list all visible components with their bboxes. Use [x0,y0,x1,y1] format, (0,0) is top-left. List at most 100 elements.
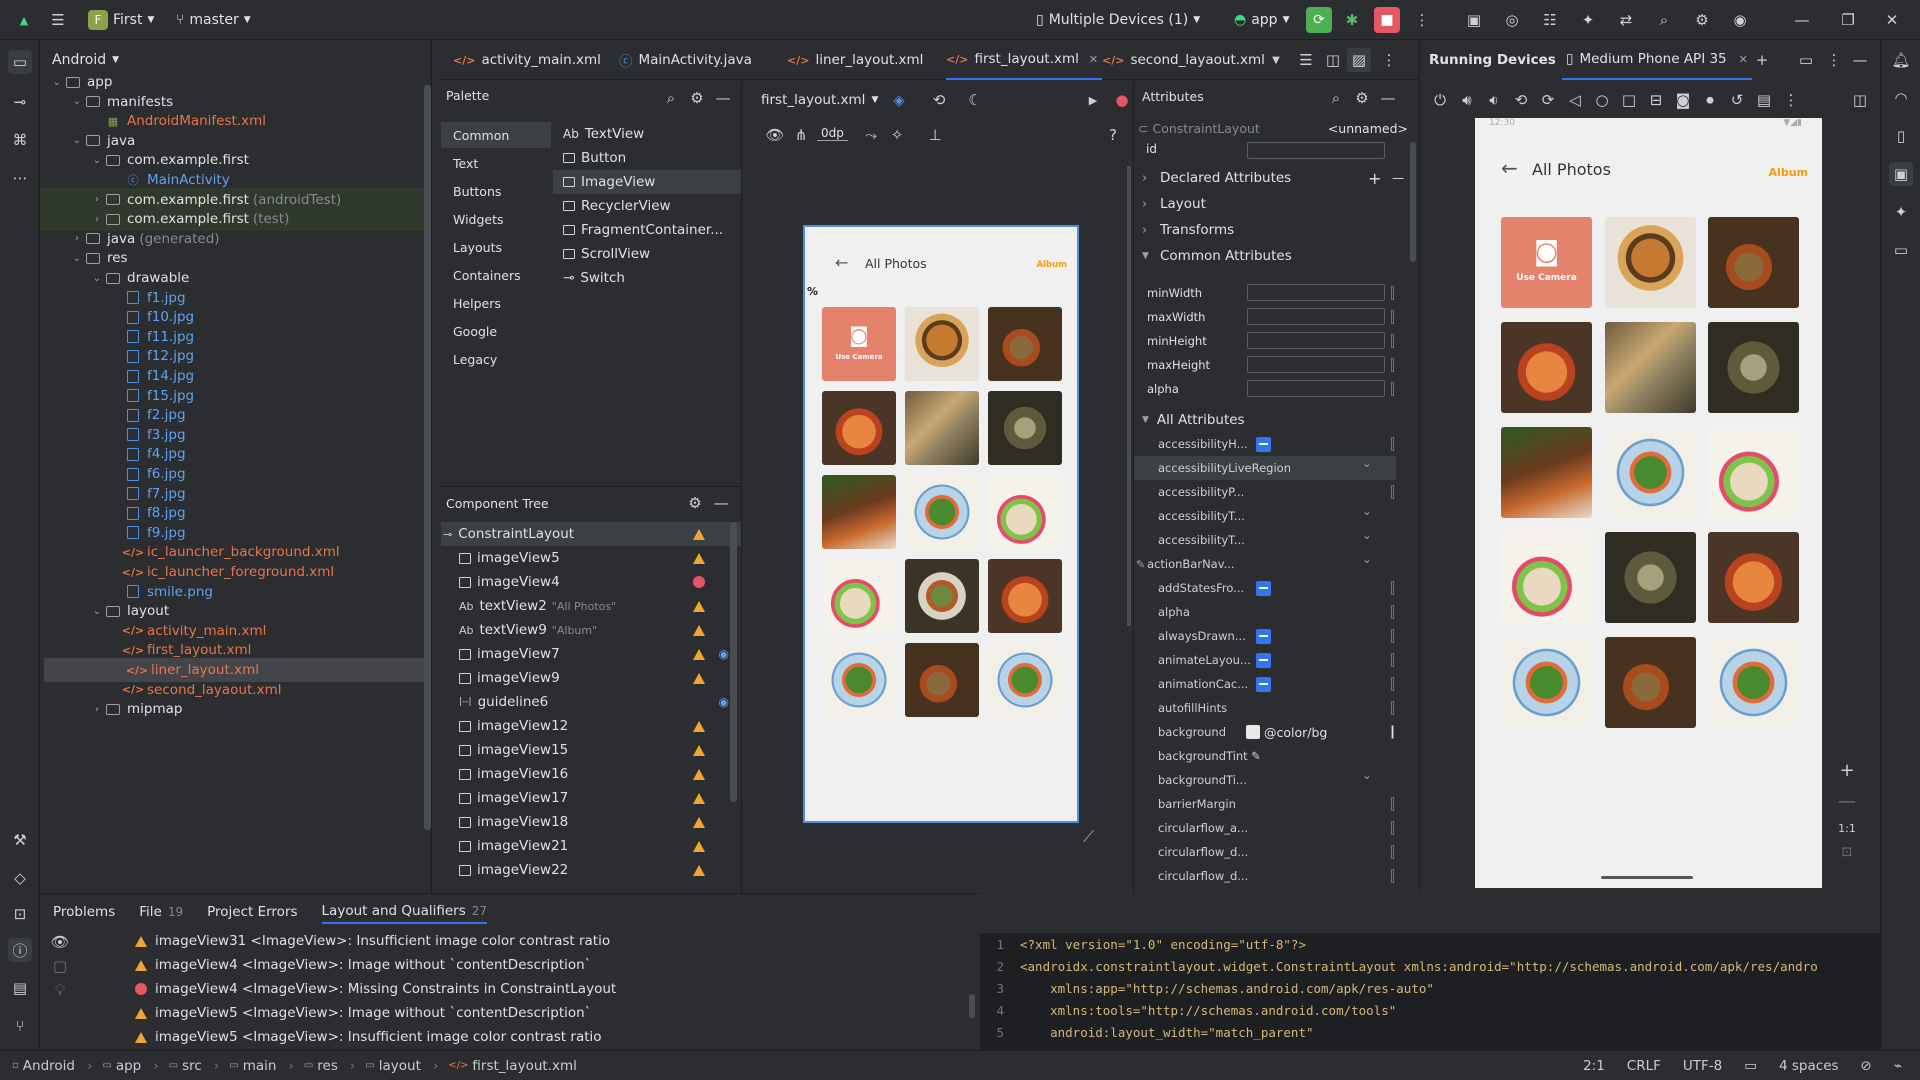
tab-list-chevron-icon[interactable]: ▼ [1264,48,1288,72]
help-icon[interactable]: ? [1101,123,1125,147]
photo-burger[interactable] [905,307,979,381]
palette-item[interactable]: FragmentContainer... [553,218,741,242]
rotate-right-icon[interactable]: ⟳ [1536,88,1560,112]
component-tree-item[interactable]: Ab textView9 "Album" [441,618,741,642]
minimize-icon[interactable]: — [1790,8,1814,32]
photo-plate[interactable] [1708,637,1799,728]
close-tab-icon[interactable]: ✕ [1739,53,1748,66]
warning-icon[interactable] [693,528,705,540]
chevron-icon[interactable]: › [90,214,104,225]
home-icon[interactable]: ○ [1590,88,1614,112]
breadcrumb-item[interactable]: ▭ app [102,1058,141,1074]
attribute-value-field[interactable] [1247,356,1385,373]
project-tool-icon[interactable]: ▭ [8,50,32,74]
editor-tab[interactable]: </> liner_layout.xml [787,40,923,80]
resize-handle-icon[interactable]: ⟋ [1083,827,1094,847]
layout-toggle-icon[interactable]: ▭ [1794,48,1818,72]
warning-icon[interactable] [693,792,705,804]
minimize-panel-icon[interactable]: — [709,491,733,515]
branch-selector[interactable]: ⑂ master ▼ [176,8,251,32]
editor-tab-active[interactable]: </> first_layout.xml ✕ [946,40,1103,80]
palette-item[interactable]: RecyclerView [553,194,741,218]
breadcrumb-item[interactable]: ▭ main [229,1058,276,1074]
zoom-in-icon[interactable]: + [1839,760,1854,781]
build-tool-icon[interactable]: ⚒ [8,828,32,852]
emulator-icon[interactable]: ▭ [1889,238,1913,262]
caret-position[interactable]: 2:1 [1583,1058,1605,1074]
infer-constraints-icon[interactable]: ✧ [885,123,909,147]
chevron-icon[interactable]: ⌄ [50,77,64,88]
photo-pasta[interactable] [1501,322,1592,413]
problems-tab[interactable]: Layout and Qualifiers 27 [321,900,488,924]
code-line[interactable]: 4 xmlns:tools="http://schemas.android.co… [980,999,1396,1021]
gem-tool-icon[interactable]: ◇ [8,866,32,890]
chevron-icon[interactable]: ⌄ [90,155,104,166]
attribute-row[interactable]: circularflow_d... [1134,864,1414,888]
readonly-lock-icon[interactable]: ⊘ [1861,1058,1872,1074]
editor-tab[interactable]: ⓒ MainActivity.java [619,40,752,80]
git-tool-icon[interactable]: ⑂ [8,1014,32,1038]
attribute-row[interactable]: background @color/bg [1134,720,1414,744]
account-icon[interactable]: ◉ [1728,8,1752,32]
search-icon[interactable]: ⌕ [659,86,683,110]
component-tree-item[interactable]: imageView5 [441,546,741,570]
guidelines-icon[interactable]: ⊥ [923,123,947,147]
more-icon[interactable]: ⋮ [1377,48,1401,72]
palette-category[interactable]: Text [441,150,551,176]
photo-pasta[interactable] [988,559,1062,633]
warning-icon[interactable] [693,744,705,756]
attribute-row[interactable]: accessibilityP... [1134,480,1414,504]
project-selector[interactable]: F First ▼ [88,8,154,32]
device-screen[interactable]: 12:30 ▼◢▮ ← All Photos Album ◙ Use Camera [1475,118,1822,888]
tree-item[interactable]: › mipmap [40,697,430,721]
resource-picker[interactable] [1391,725,1394,739]
attribute-row[interactable]: animationCac... [1134,672,1414,696]
problems-tab[interactable]: File 19 [139,900,183,924]
breadcrumb-item[interactable]: ▫ Android [12,1058,75,1074]
power-icon[interactable]: ⏻ [1428,88,1452,112]
photo-vegs[interactable] [988,475,1062,549]
problems-tab[interactable]: Problems [53,900,115,924]
project-view-selector[interactable]: Android ▼ [52,48,119,72]
chevron-icon[interactable]: › [90,704,104,715]
photo-plate[interactable] [1605,427,1696,518]
clear-constraints-icon[interactable]: ⤳ [859,123,883,147]
structure-tool-icon[interactable]: ⌘ [8,128,32,152]
checkbox[interactable] [1256,653,1271,668]
use-camera-tile[interactable]: ◙ Use Camera [822,307,896,381]
resource-picker[interactable] [1391,797,1394,811]
resource-picker[interactable] [1391,629,1394,643]
gear-icon[interactable]: ⚙ [1690,8,1714,32]
problem-row[interactable]: imageView31 <ImageView>: Insufficient im… [135,929,610,953]
design-blueprint-icon[interactable]: ◈ [887,88,911,112]
breadcrumb-item[interactable]: ▭ src [169,1058,202,1074]
logcat-tool-icon[interactable]: ⊡ [8,902,32,926]
palette-category[interactable]: Containers [441,262,551,288]
eyedropper-icon[interactable]: ✎ [1251,749,1261,763]
photo-dumpling[interactable] [1708,322,1799,413]
photo-vegs[interactable] [822,559,896,633]
memory-indicator-icon[interactable]: ▭ [1744,1058,1757,1074]
attribute-row[interactable]: autofillHints [1134,696,1414,720]
eye-icon[interactable]: 👁︎ [763,123,787,147]
search-icon[interactable]: ⌕ [1652,8,1676,32]
photo-vegs[interactable] [1501,532,1592,623]
warning-icon[interactable] [693,816,705,828]
warning-icon[interactable] [693,864,705,876]
attribute-section-header[interactable]: ▼ Common Attributes [1142,244,1418,268]
maximize-icon[interactable]: ❐ [1836,8,1860,32]
component-tree-item[interactable]: ⊸ ConstraintLayout [441,522,741,546]
code-line[interactable]: 3 xmlns:app="http://schemas.android.com/… [980,977,1433,999]
chevron-icon[interactable]: ⌄ [70,96,84,107]
palette-category[interactable]: Common [441,122,551,148]
palette-item[interactable]: ScrollView [553,242,741,266]
attribute-row[interactable]: accessibilityLiveRegion ⌄ [1134,456,1396,480]
photo-vegs[interactable] [1708,427,1799,518]
resource-picker[interactable] [1391,581,1394,595]
photo-spring[interactable] [905,391,979,465]
chevron-down-icon[interactable]: ⌄ [1362,504,1372,518]
code-line[interactable]: 2 <androidx.constraintlayout.widget.Const… [980,955,1817,977]
search-icon[interactable]: ⌕ [1324,86,1348,110]
device-tab[interactable]: ▯ Medium Phone API 35 ✕ [1562,40,1752,80]
all-attributes-header[interactable]: ▼ All Attributes [1142,408,1245,432]
